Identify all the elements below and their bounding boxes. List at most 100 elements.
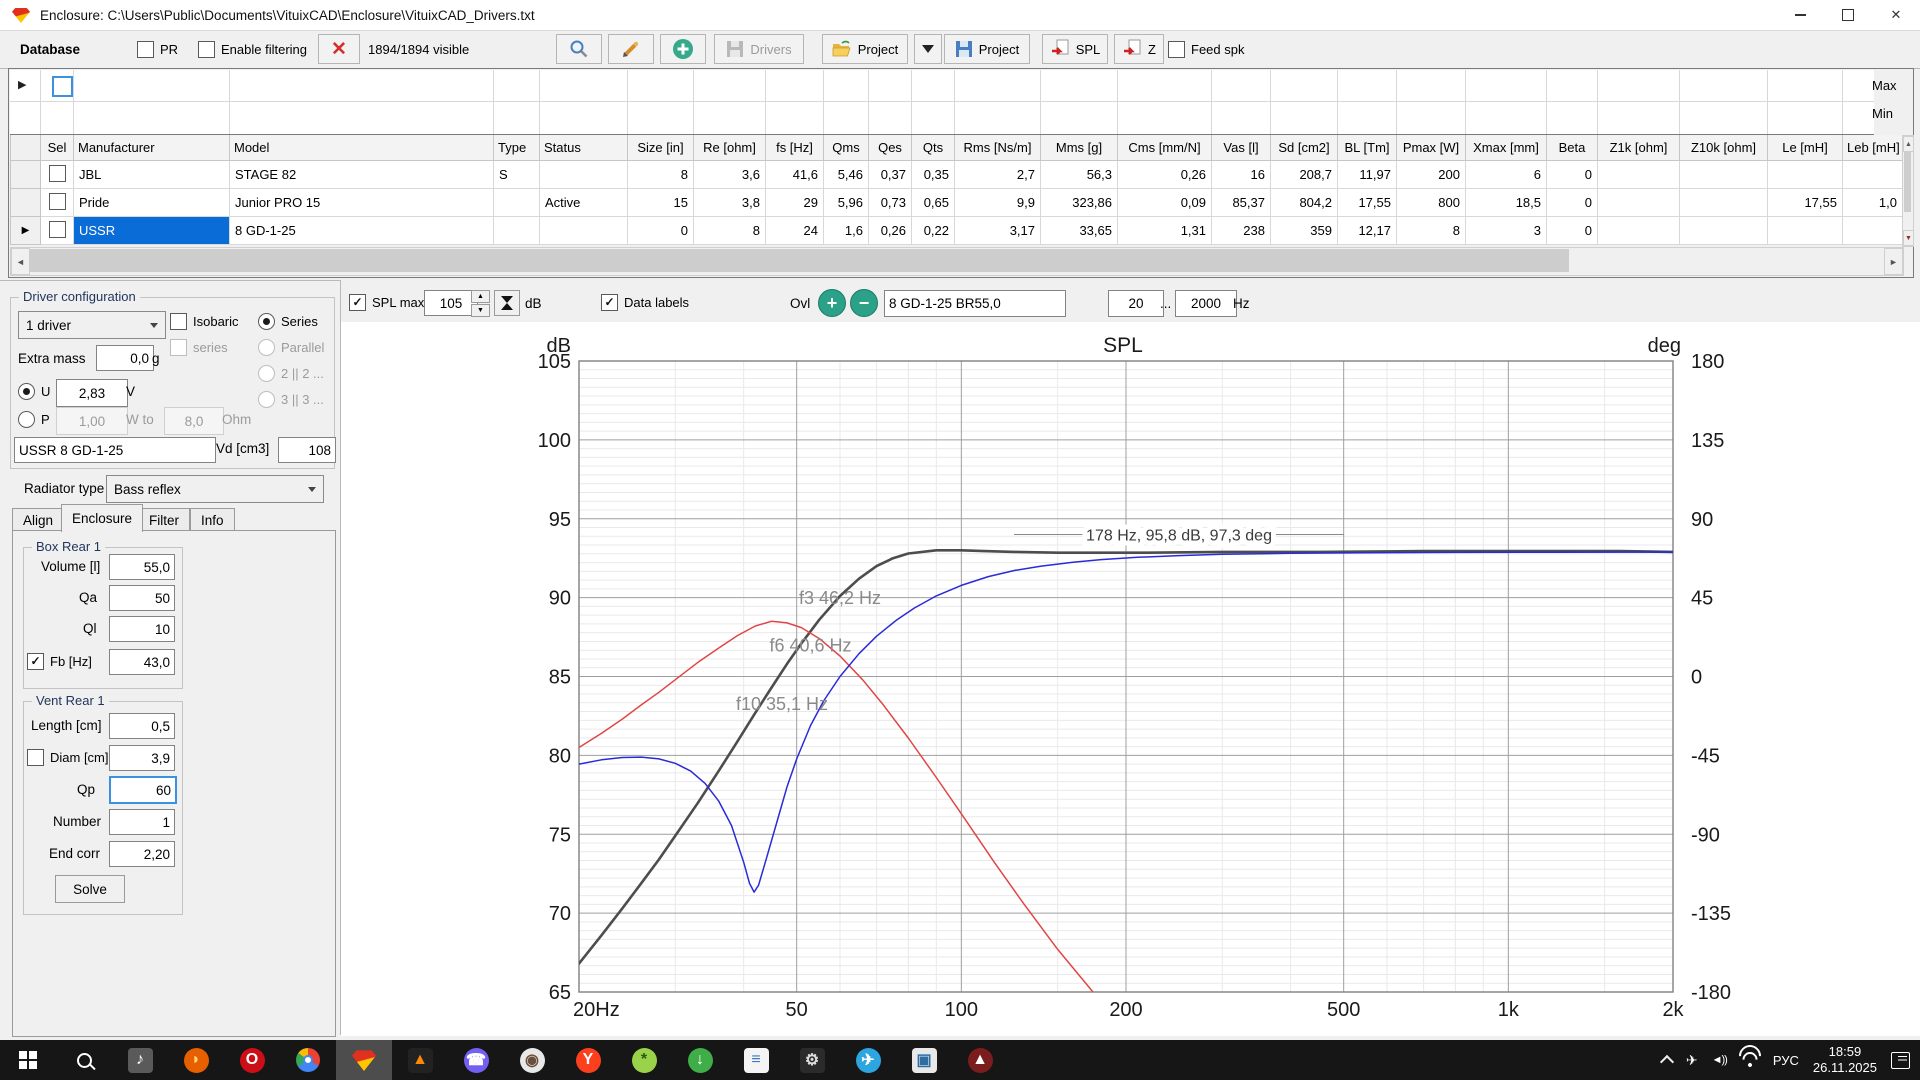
cell-size[interactable]: 8: [628, 161, 694, 189]
edit-button[interactable]: [608, 34, 654, 64]
feed-spk-checkbox[interactable]: ✓: [1168, 41, 1185, 58]
voltage-input[interactable]: 2,83: [56, 379, 128, 407]
qp-input[interactable]: 60: [109, 776, 177, 804]
cell-qes[interactable]: 0,37: [869, 161, 912, 189]
cell-qms[interactable]: 1,6: [824, 217, 869, 245]
cell-manufacturer[interactable]: JBL: [74, 161, 230, 189]
power-radio[interactable]: [18, 411, 35, 428]
select-cell[interactable]: [41, 189, 74, 217]
notification-center-icon[interactable]: [1891, 1052, 1910, 1069]
tray-expand-icon[interactable]: [1660, 1055, 1674, 1069]
wiring-series-radio[interactable]: [258, 313, 275, 330]
tab-info[interactable]: Info: [190, 508, 235, 532]
title-bar[interactable]: Enclosure: C:\Users\Public\Documents\Vit…: [0, 0, 1920, 31]
cell-z1k[interactable]: [1598, 217, 1680, 245]
column-header-manufacturer[interactable]: Manufacturer: [74, 135, 230, 161]
vd-input[interactable]: 108: [278, 437, 336, 463]
voltage-radio[interactable]: [18, 383, 35, 400]
cell-leb[interactable]: [1843, 161, 1903, 189]
cell-le[interactable]: 17,55: [1768, 189, 1843, 217]
column-header-beta[interactable]: Beta: [1547, 135, 1598, 161]
volume-icon[interactable]: ◄)): [1712, 1054, 1727, 1066]
column-header-model[interactable]: Model: [230, 135, 494, 161]
export-z-button[interactable]: Z: [1114, 34, 1164, 64]
column-header-vas[interactable]: Vas [l]: [1212, 135, 1271, 161]
cell-pmax[interactable]: 200: [1397, 161, 1466, 189]
freq-max-input[interactable]: 2000: [1175, 290, 1237, 317]
cell-status[interactable]: [540, 161, 628, 189]
column-header-pmax[interactable]: Pmax [W]: [1397, 135, 1466, 161]
tab-filter[interactable]: Filter: [138, 508, 190, 532]
overlay-remove-button[interactable]: −: [850, 289, 878, 317]
vent-diam-checkbox[interactable]: ✓: [27, 749, 44, 766]
maximize-button[interactable]: [1824, 0, 1872, 30]
network-icon[interactable]: [1741, 1053, 1759, 1067]
start-button[interactable]: [0, 1040, 56, 1080]
cell-model[interactable]: Junior PRO 15: [230, 189, 494, 217]
volume-input[interactable]: 55,0: [109, 554, 175, 580]
cell-mms[interactable]: 323,86: [1041, 189, 1118, 217]
search-button[interactable]: [56, 1040, 112, 1080]
cell-vas[interactable]: 238: [1212, 217, 1271, 245]
driver-count-select[interactable]: 1 driver: [18, 311, 166, 339]
cell-status[interactable]: Active: [540, 189, 628, 217]
cell-pmax[interactable]: 800: [1397, 189, 1466, 217]
column-header-xmax[interactable]: Xmax [mm]: [1466, 135, 1547, 161]
column-header-status[interactable]: Status: [540, 135, 628, 161]
vent-diam-input[interactable]: 3,9: [109, 745, 175, 771]
cell-leb[interactable]: 1,0: [1843, 189, 1903, 217]
solve-button[interactable]: Solve: [55, 875, 125, 903]
spinner-up-icon[interactable]: ▲: [471, 290, 490, 303]
select-cell[interactable]: [41, 217, 74, 245]
cell-qts[interactable]: 0,22: [912, 217, 955, 245]
dark-browser-app[interactable]: ▲: [952, 1040, 1008, 1080]
column-header-z10k[interactable]: Z10k [ohm]: [1680, 135, 1768, 161]
spl-max-spinner[interactable]: ▲ ▼: [471, 290, 490, 317]
row-select-checkbox[interactable]: [49, 165, 66, 182]
fb-input[interactable]: 43,0: [109, 649, 175, 675]
table-row[interactable]: ▶USSR8 GD-1-2508241,60,260,223,1733,651,…: [11, 217, 1903, 245]
cell-z10k[interactable]: [1680, 217, 1768, 245]
cell-type[interactable]: S: [494, 161, 540, 189]
scroll-left-arrow[interactable]: ◄: [11, 248, 30, 275]
yandex-browser-app[interactable]: Y: [560, 1040, 616, 1080]
column-header-size[interactable]: Size [in]: [628, 135, 694, 161]
cell-model[interactable]: 8 GD-1-25: [230, 217, 494, 245]
scroll-down-arrow[interactable]: ▼: [1903, 230, 1914, 246]
cell-fs[interactable]: 24: [766, 217, 824, 245]
cell-sd[interactable]: 359: [1271, 217, 1338, 245]
extra-mass-input[interactable]: 0,0: [96, 345, 154, 371]
cell-size[interactable]: 0: [628, 217, 694, 245]
cell-mms[interactable]: 56,3: [1041, 161, 1118, 189]
overlay-name-input[interactable]: 8 GD-1-25 BR55,0: [884, 290, 1066, 317]
cell-manufacturer[interactable]: USSR: [74, 217, 230, 245]
cell-qms[interactable]: 5,46: [824, 161, 869, 189]
spl-max-input[interactable]: 105: [424, 290, 478, 316]
antivirus-app[interactable]: *: [616, 1040, 672, 1080]
cell-type[interactable]: [494, 189, 540, 217]
column-header-type[interactable]: Type: [494, 135, 540, 161]
cell-qes[interactable]: 0,73: [869, 189, 912, 217]
cell-status[interactable]: [540, 217, 628, 245]
table-horizontal-scrollbar[interactable]: ◄ ►: [10, 247, 1904, 276]
column-header-qms[interactable]: Qms: [824, 135, 869, 161]
cell-cms[interactable]: 0,26: [1118, 161, 1212, 189]
cell-cms[interactable]: 0,09: [1118, 189, 1212, 217]
cell-le[interactable]: [1768, 161, 1843, 189]
clock[interactable]: 18:59 26.11.2025: [1813, 1044, 1877, 1077]
cell-qts[interactable]: 0,35: [912, 161, 955, 189]
cell-vas[interactable]: 16: [1212, 161, 1271, 189]
opera-app[interactable]: O: [224, 1040, 280, 1080]
close-button[interactable]: ✕: [1872, 0, 1920, 30]
cell-qts[interactable]: 0,65: [912, 189, 955, 217]
music-player-app[interactable]: ♪: [112, 1040, 168, 1080]
cell-beta[interactable]: 0: [1547, 161, 1598, 189]
column-header-sel[interactable]: Sel: [41, 135, 74, 161]
cell-qms[interactable]: 5,96: [824, 189, 869, 217]
column-header-le[interactable]: Le [mH]: [1768, 135, 1843, 161]
vent-length-input[interactable]: 0,5: [109, 713, 175, 739]
search-button[interactable]: [556, 34, 602, 64]
enable-filtering-checkbox[interactable]: ✓: [198, 41, 215, 58]
scroll-up-arrow[interactable]: ▲: [1903, 136, 1914, 152]
cell-z1k[interactable]: [1598, 189, 1680, 217]
